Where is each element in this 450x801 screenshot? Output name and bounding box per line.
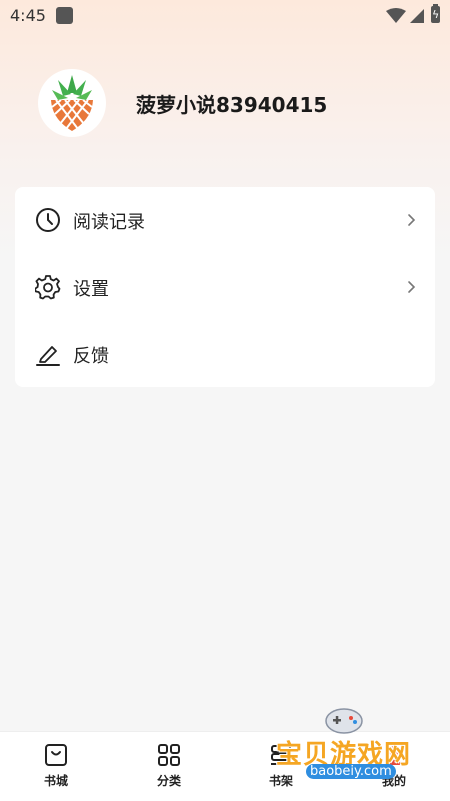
menu-item-label: 反馈 <box>73 346 109 367</box>
menu-item-label: 设置 <box>73 279 109 300</box>
watermark-url: baobeiy.com <box>306 764 396 779</box>
menu-item-feedback[interactable]: 反馈 <box>15 321 435 387</box>
battery-icon: ϟ <box>431 4 440 23</box>
gear-icon <box>35 275 61 300</box>
grid-icon <box>158 744 180 766</box>
notification-icon <box>56 7 73 24</box>
pineapple-logo-icon <box>51 75 93 131</box>
menu-item-reading-history[interactable]: 阅读记录 <box>15 187 435 253</box>
chevron-right-icon <box>408 281 416 293</box>
gamepad-icon <box>325 708 363 734</box>
status-bar: 4:45 ϟ <box>0 0 450 34</box>
status-time: 4:45 <box>10 6 46 25</box>
chevron-right-icon <box>408 214 416 226</box>
menu-card: 阅读记录 设置 反馈 <box>15 187 435 387</box>
menu-item-settings[interactable]: 设置 <box>15 254 435 320</box>
avatar[interactable] <box>38 69 106 137</box>
tab-categories[interactable]: 分类 <box>139 742 199 800</box>
bag-icon <box>45 744 67 766</box>
menu-item-label: 阅读记录 <box>73 212 145 233</box>
username: 菠萝小说83940415 <box>136 93 328 117</box>
watermark: 宝贝游戏网 baobeiy.com <box>270 705 420 795</box>
tab-label: 书城 <box>43 774 68 788</box>
tab-label: 分类 <box>156 774 181 788</box>
tab-bookstore[interactable]: 书城 <box>26 742 86 800</box>
wifi-icon <box>386 8 406 23</box>
clock-icon <box>36 208 60 232</box>
signal-icon <box>410 9 424 23</box>
edit-icon <box>36 346 60 366</box>
